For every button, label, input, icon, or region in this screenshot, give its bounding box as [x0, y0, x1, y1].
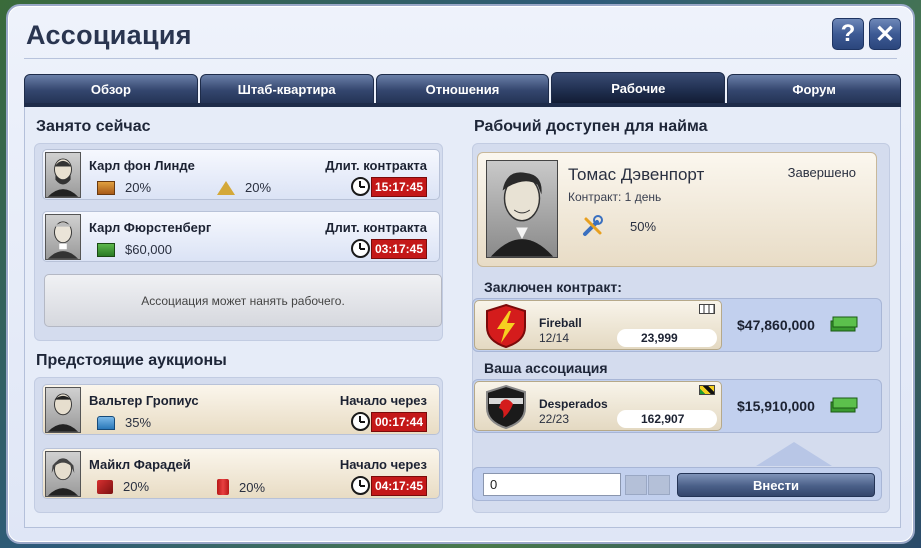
tab-headquarters[interactable]: Штаб-квартира: [199, 74, 374, 104]
fuel-nozzle-icon: [97, 479, 113, 494]
tab-workers[interactable]: Рабочие: [551, 72, 726, 104]
fuel-barrel-icon: [217, 479, 229, 495]
team-money: $47,860,000: [737, 317, 815, 333]
stat-fuel-barrel: 20%: [217, 479, 265, 495]
spin-up-button[interactable]: [625, 475, 647, 495]
team-score: 162,907: [617, 410, 717, 428]
your-association[interactable]: Desperados 22/23 162,907 $15,910,000: [472, 379, 882, 433]
tab-bar: Обзор Штаб-квартира Отношения Рабочие Фо…: [24, 72, 901, 104]
auctions-title: Предстоящие аукционы: [36, 352, 227, 369]
starts-in-label: Начало через: [339, 393, 427, 408]
available-worker-name: Томас Дэвенпорт: [568, 165, 705, 184]
portrait-avatar: [45, 214, 81, 260]
timer-value: 15:17:45: [370, 176, 427, 197]
status-label: Завершено: [787, 165, 856, 180]
contract-duration-label: Длит. контракта: [325, 220, 427, 235]
starts-in-label: Начало через: [339, 457, 427, 472]
worker-name: Карл фон Линде: [89, 158, 195, 173]
busy-title: Занято сейчас: [36, 118, 151, 135]
portrait-avatar: [45, 152, 81, 198]
contracted-title: Заключен контракт:: [484, 279, 622, 295]
deposit-button[interactable]: Внести: [677, 473, 875, 497]
stat-value: 20%: [245, 180, 272, 195]
stat-fuel-nozzle: 20%: [97, 479, 149, 494]
arrow-up-icon: [756, 442, 832, 466]
stat-house: 35%: [97, 415, 151, 430]
hire-notice: Ассоциация может нанять рабочего.: [44, 274, 442, 327]
stat-value: 50%: [630, 219, 657, 234]
timer-value: 03:17:45: [370, 238, 427, 259]
stat-value: $60,000: [125, 242, 172, 257]
house-icon: [97, 415, 115, 430]
your-assoc-title: Ваша ассоциация: [484, 360, 608, 376]
team-info: Desperados 22/23 162,907: [474, 381, 722, 431]
timer-value: 04:17:45: [370, 475, 427, 496]
stat-value: 20%: [123, 479, 150, 494]
team-score: 23,999: [617, 329, 717, 347]
portrait-avatar: [45, 387, 81, 433]
desperados-logo-icon: [483, 384, 529, 430]
tab-relations[interactable]: Отношения: [375, 74, 550, 104]
contracted-association[interactable]: Fireball 12/14 23,999 $47,860,000: [472, 298, 882, 352]
tools-icon: [582, 215, 604, 237]
tab-overview[interactable]: Обзор: [24, 74, 198, 104]
worker-name: Вальтер Гропиус: [89, 393, 199, 408]
cash-icon: [97, 242, 115, 257]
clock-icon: [350, 177, 370, 196]
member-count: 22/23: [539, 412, 570, 426]
window-title: Ассоциация: [26, 20, 192, 50]
money-stack-icon: [829, 394, 859, 416]
score-value: 23,999: [641, 331, 678, 345]
stat-value: 20%: [239, 479, 266, 495]
flag-icon: [699, 385, 715, 395]
help-button[interactable]: ?: [832, 18, 864, 50]
close-button[interactable]: ✕: [869, 18, 901, 50]
portrait-avatar: [45, 451, 81, 497]
available-worker-card[interactable]: Томас Дэвенпорт Завершено Контракт: 1 де…: [477, 152, 877, 267]
timer-value: 00:17:44: [370, 411, 427, 432]
clock-icon: [350, 476, 370, 495]
deposit-bar: Внести: [472, 467, 882, 501]
contract-timer: 03:17:45: [350, 238, 427, 259]
contract-timer: 15:17:45: [350, 176, 427, 197]
clock-icon: [350, 412, 370, 431]
deposit-amount-input[interactable]: [483, 473, 621, 496]
stat-pyramid: 20%: [217, 180, 271, 195]
worker-name: Карл Фюрстенберг: [89, 220, 212, 235]
member-count: 12/14: [539, 331, 570, 345]
worker-card[interactable]: Карл фон Линде Длит. контракта 20% 20% 1…: [42, 149, 440, 200]
spin-down-button[interactable]: [648, 475, 670, 495]
contract-length: Контракт: 1 день: [568, 190, 662, 204]
brick-icon: [97, 180, 115, 195]
pyramid-icon: [217, 180, 235, 195]
portrait-avatar: [486, 160, 558, 258]
team-money: $15,910,000: [737, 398, 815, 414]
worker-card[interactable]: Карл Фюрстенберг Длит. контракта $60,000…: [42, 211, 440, 262]
clock-icon: [350, 239, 370, 258]
team-name: Fireball: [539, 316, 582, 330]
score-value: 162,907: [641, 412, 685, 426]
stat-value: 35%: [125, 415, 152, 430]
title-divider: [24, 58, 897, 59]
association-window: Ассоциация ? ✕ Обзор Штаб-квартира Отнош…: [6, 4, 915, 544]
flag-icon: [699, 304, 715, 314]
auction-card[interactable]: Вальтер Гропиус Начало через 35% 00:17:4…: [42, 384, 440, 435]
auction-timer: 00:17:44: [350, 411, 427, 432]
money-stack-icon: [829, 313, 859, 335]
contract-duration-label: Длит. контракта: [325, 158, 427, 173]
stat-brick: 20%: [97, 180, 151, 195]
team-info: Fireball 12/14 23,999: [474, 300, 722, 350]
auction-card[interactable]: Майкл Фарадей Начало через 20% 20% 04:17…: [42, 448, 440, 499]
fireball-logo-icon: [483, 303, 529, 349]
team-name: Desperados: [539, 397, 608, 411]
tab-forum[interactable]: Форум: [727, 74, 901, 104]
stat-cash: $60,000: [97, 242, 172, 257]
available-title: Рабочий доступен для найма: [474, 118, 708, 135]
worker-name: Майкл Фарадей: [89, 457, 191, 472]
auction-timer: 04:17:45: [350, 475, 427, 496]
stat-value: 20%: [125, 180, 152, 195]
